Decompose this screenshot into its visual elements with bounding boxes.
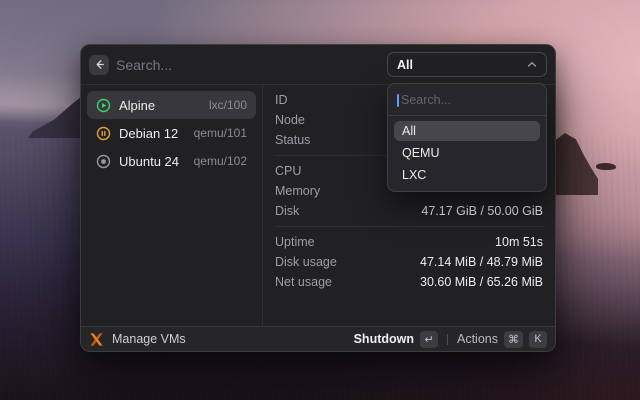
filter-dropdown-button[interactable]: All (387, 52, 547, 77)
vm-name: Ubuntu 24 (119, 153, 179, 169)
dropdown-item-qemu[interactable]: QEMU (394, 143, 540, 163)
detail-label: Node (275, 113, 305, 127)
dropdown-item-lxc[interactable]: LXC (394, 165, 540, 185)
detail-row-disk-usage: Disk usage 47.14 MiB / 48.79 MiB (275, 252, 543, 272)
detail-value: 47.17 GiB / 50.00 GiB (421, 204, 543, 218)
status-running-icon (96, 98, 111, 113)
dropdown-divider (388, 115, 546, 116)
vm-row-alpine[interactable]: Alpine lxc/100 (87, 91, 256, 119)
detail-value: 30.60 MiB / 65.26 MiB (420, 275, 543, 289)
detail-row-uptime: Uptime 10m 51s (275, 232, 543, 252)
detail-row-net-usage: Net usage 30.60 MiB / 65.26 MiB (275, 272, 543, 292)
detail-divider (275, 226, 543, 227)
status-stopped-icon (96, 154, 111, 169)
wallpaper-rocks (552, 133, 598, 195)
vm-name: Alpine (119, 97, 156, 113)
status-paused-icon (96, 126, 111, 141)
detail-label: Disk usage (275, 255, 337, 269)
vm-name: Debian 12 (119, 125, 179, 141)
vm-id-badge: qemu/101 (193, 126, 247, 140)
detail-label: Net usage (275, 275, 332, 289)
enter-key-badge: ↵ (420, 330, 438, 348)
footer-separator (447, 333, 448, 345)
proxmox-logo-icon (89, 332, 104, 347)
detail-label: ID (275, 93, 288, 107)
command-title: Manage VMs (112, 332, 186, 346)
detail-row-disk: Disk 47.17 GiB / 50.00 GiB (275, 201, 543, 221)
footer-actions: Shutdown ↵ Actions ⌘ K (354, 330, 547, 348)
vm-list: Alpine lxc/100 Debian 12 qemu/101 Ubuntu… (81, 85, 263, 326)
vm-manager-window: All Alpine lxc/100 Debian 12 qemu/101 (80, 44, 556, 352)
k-key-badge: K (529, 330, 547, 348)
detail-value: 10m 51s (495, 235, 543, 249)
filter-dropdown-panel: All QEMU LXC (387, 83, 547, 192)
dropdown-search-row (394, 90, 540, 110)
cmd-key-badge: ⌘ (504, 330, 523, 348)
wallpaper-rock-small (596, 163, 616, 170)
detail-label: Memory (275, 184, 321, 198)
topbar: All (81, 45, 555, 85)
footer-bar: Manage VMs Shutdown ↵ Actions ⌘ K (81, 326, 555, 351)
actions-menu-button[interactable]: Actions (457, 332, 498, 346)
detail-label: Disk (275, 204, 300, 218)
vm-id-badge: lxc/100 (208, 98, 247, 112)
vm-row-ubuntu[interactable]: Ubuntu 24 qemu/102 (87, 147, 256, 175)
dropdown-search-input[interactable] (399, 93, 537, 107)
search-input[interactable] (116, 56, 380, 73)
vm-id-badge: qemu/102 (193, 154, 247, 168)
detail-label: Status (275, 133, 311, 147)
back-button[interactable] (89, 54, 109, 75)
detail-value: 47.14 MiB / 48.79 MiB (420, 255, 543, 269)
filter-value: All (397, 57, 413, 72)
arrow-left-icon (94, 59, 105, 70)
vm-row-debian[interactable]: Debian 12 qemu/101 (87, 119, 256, 147)
chevron-up-icon (527, 61, 537, 68)
dropdown-item-all[interactable]: All (394, 121, 540, 141)
shutdown-action-button[interactable]: Shutdown (354, 332, 414, 346)
detail-label: CPU (275, 164, 302, 178)
detail-label: Uptime (275, 235, 315, 249)
